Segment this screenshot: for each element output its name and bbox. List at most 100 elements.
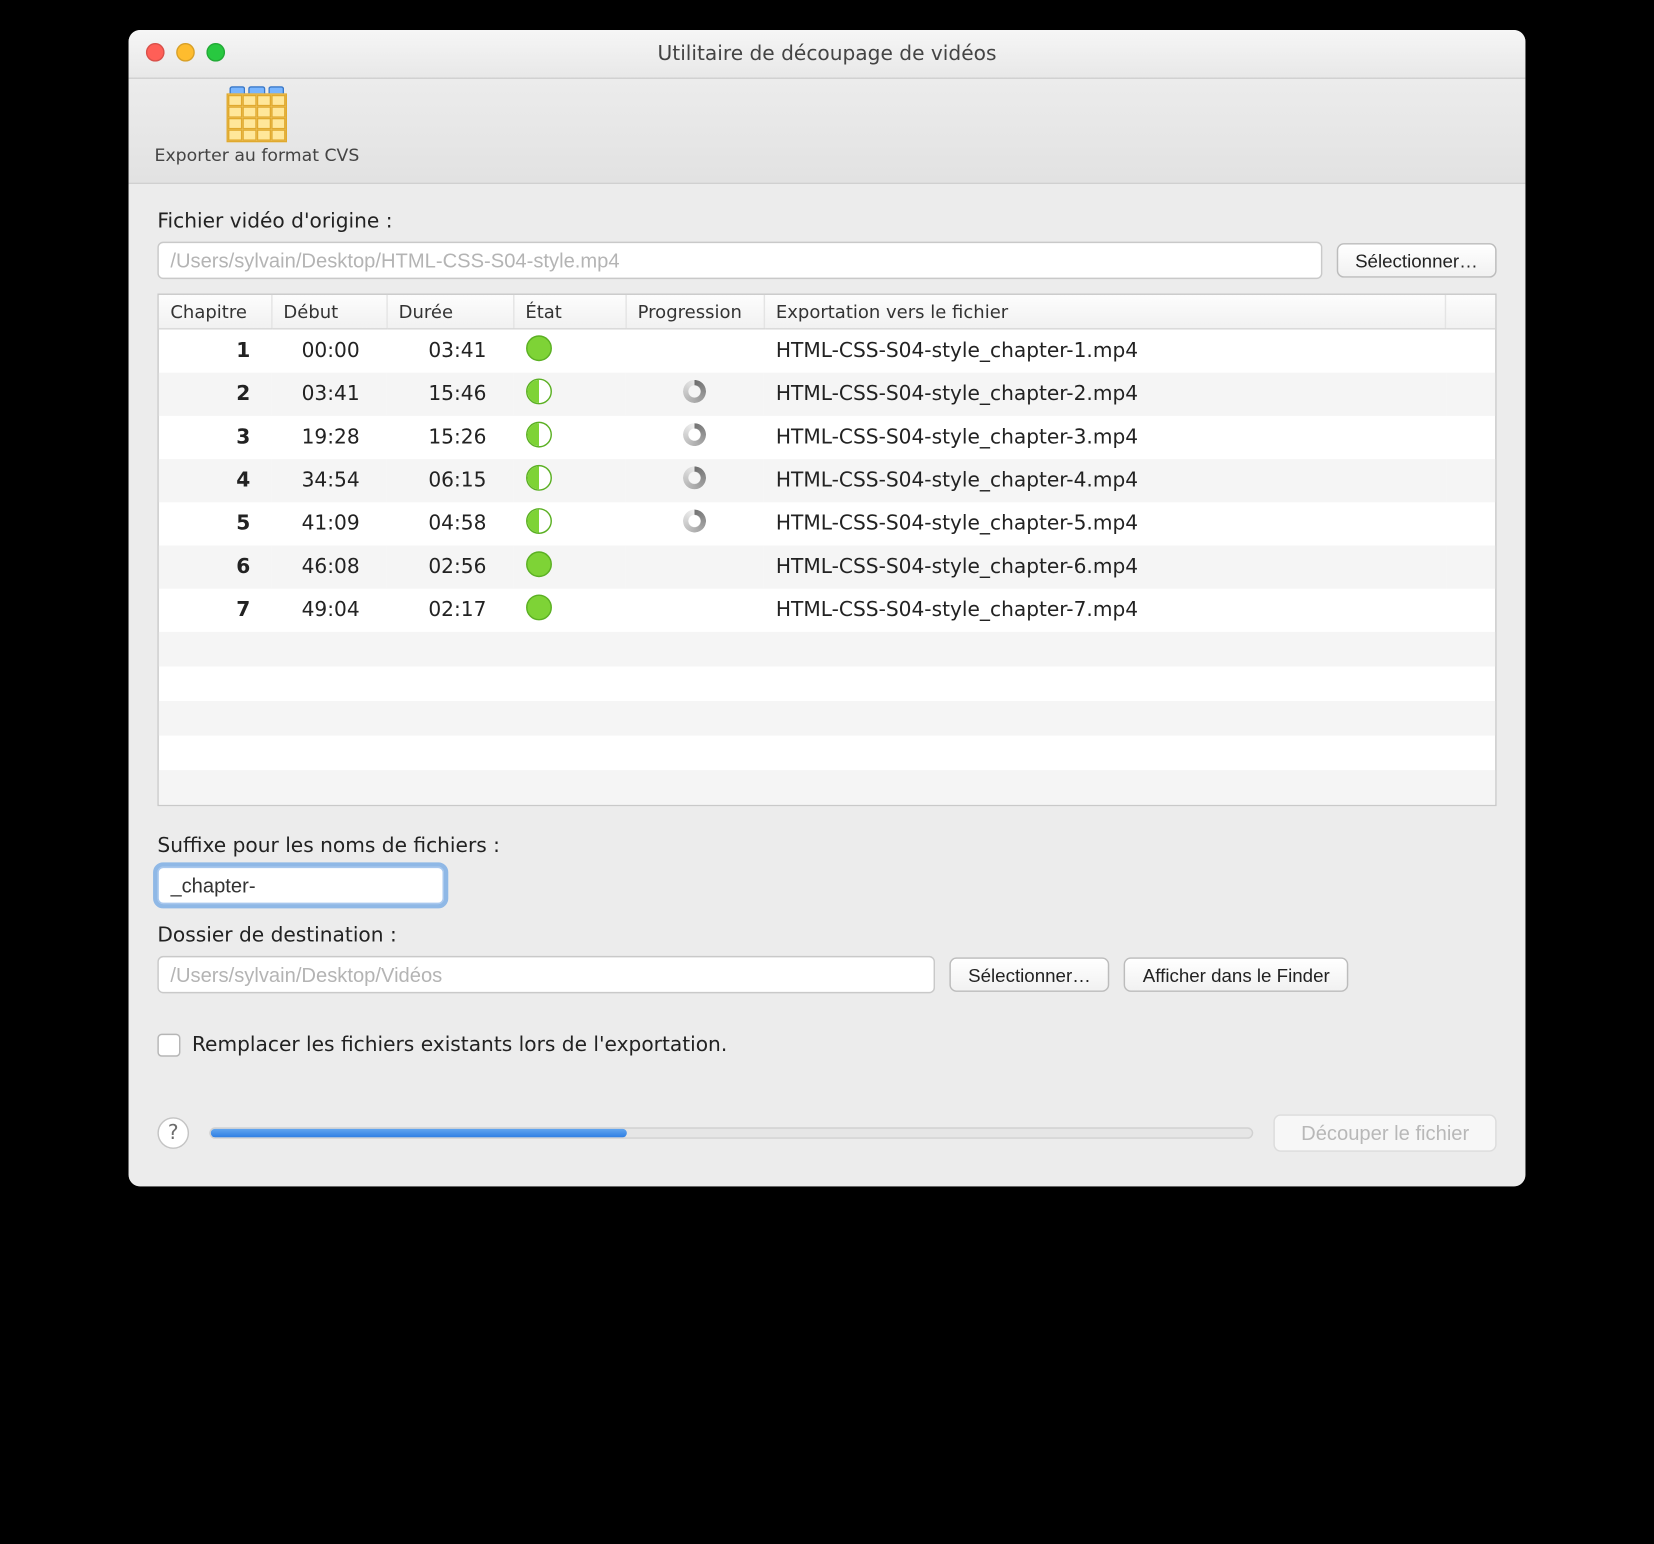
cell-start: 46:08 [271,546,386,589]
window-title: Utilitaire de découpage de vidéos [658,42,997,65]
table-row[interactable]: 203:4115:46 HTML-CSS-S04-style_chapter-2.… [159,373,1495,416]
cell-start: 03:41 [271,373,386,416]
cell-blank [1445,416,1494,459]
close-icon[interactable] [146,43,165,62]
zoom-icon[interactable] [206,43,225,62]
cell-export-file: HTML-CSS-S04-style_chapter-4.mp4 [764,459,1446,502]
cell-blank [1445,502,1494,545]
cell-state [513,329,625,373]
cell-blank [1445,459,1494,502]
table-row-empty [159,666,1495,701]
status-dot-icon [525,594,551,620]
cell-chapter: 3 [159,416,271,459]
cell-export-file: HTML-CSS-S04-style_chapter-6.mp4 [764,546,1446,589]
cell-duration: 15:26 [386,416,513,459]
cell-chapter: 1 [159,329,271,373]
col-chapter[interactable]: Chapitre [159,295,271,329]
dest-path-input [157,956,935,993]
cell-state [513,373,625,416]
toolbar: Exporter au format CVS [129,79,1526,184]
cell-state [513,459,625,502]
cell-progress [625,329,763,373]
spinner-icon [683,466,706,489]
cell-export-file: HTML-CSS-S04-style_chapter-3.mp4 [764,416,1446,459]
cell-chapter: 4 [159,459,271,502]
cell-export-file: HTML-CSS-S04-style_chapter-1.mp4 [764,329,1446,373]
global-progress [209,1127,1253,1139]
table-row[interactable]: 646:0802:56 HTML-CSS-S04-style_chapter-6.… [159,546,1495,589]
cell-duration: 15:46 [386,373,513,416]
status-dot-icon [525,465,551,491]
content: Fichier vidéo d'origine : Sélectionner… … [129,184,1526,1186]
reveal-finder-button[interactable]: Afficher dans le Finder [1124,957,1348,992]
export-cvs-label: Exporter au format CVS [155,145,360,165]
col-start[interactable]: Début [271,295,386,329]
col-state[interactable]: État [513,295,625,329]
dest-label: Dossier de destination : [157,924,1496,947]
source-label: Fichier vidéo d'origine : [157,210,1496,233]
cell-chapter: 7 [159,589,271,632]
cell-chapter: 6 [159,546,271,589]
suffix-input[interactable] [157,867,444,904]
spinner-icon [683,510,706,533]
cell-state [513,502,625,545]
cell-export-file: HTML-CSS-S04-style_chapter-2.mp4 [764,373,1446,416]
traffic-lights [146,43,225,62]
cell-progress [625,373,763,416]
cell-progress [625,546,763,589]
cell-start: 00:00 [271,329,386,373]
cell-chapter: 2 [159,373,271,416]
table-row[interactable]: 434:5406:15 HTML-CSS-S04-style_chapter-4.… [159,459,1495,502]
overwrite-checkbox[interactable] [157,1034,180,1057]
suffix-label: Suffixe pour les noms de fichiers : [157,835,1496,858]
table-row[interactable]: 541:0904:58 HTML-CSS-S04-style_chapter-5.… [159,502,1495,545]
cell-progress [625,459,763,502]
chapters-table: Chapitre Début Durée État Progression Ex… [157,294,1496,807]
status-dot-icon [525,508,551,534]
cell-progress [625,589,763,632]
help-button[interactable]: ? [157,1117,189,1149]
cell-chapter: 5 [159,502,271,545]
table-row[interactable]: 749:0402:17HTML-CSS-S04-style_chapter-7.… [159,589,1495,632]
status-dot-icon [525,422,551,448]
cell-progress [625,416,763,459]
cell-export-file: HTML-CSS-S04-style_chapter-5.mp4 [764,502,1446,545]
status-dot-icon [525,551,551,577]
cell-start: 34:54 [271,459,386,502]
col-export[interactable]: Exportation vers le fichier [764,295,1446,329]
overwrite-label: Remplacer les fichiers existants lors de… [192,1034,727,1057]
cell-blank [1445,589,1494,632]
cell-state [513,416,625,459]
cell-duration: 04:58 [386,502,513,545]
cell-start: 19:28 [271,416,386,459]
col-progress[interactable]: Progression [625,295,763,329]
app-window: Utilitaire de découpage de vidéos Export… [129,30,1526,1186]
source-path-input [157,242,1322,279]
col-duration[interactable]: Durée [386,295,513,329]
cell-blank [1445,329,1494,373]
export-cvs-button[interactable]: Exporter au format CVS [149,85,365,169]
cell-state [513,546,625,589]
table-row-empty [159,701,1495,736]
cut-file-button[interactable]: Découper le fichier [1274,1114,1497,1151]
cell-state [513,589,625,632]
spinner-icon [683,423,706,446]
table-row[interactable]: 100:0003:41 HTML-CSS-S04-style_chapter-1.… [159,329,1495,373]
table-row[interactable]: 319:2815:26 HTML-CSS-S04-style_chapter-3.… [159,416,1495,459]
table-row-empty [159,632,1495,667]
cell-duration: 06:15 [386,459,513,502]
spinner-icon [683,380,706,403]
cell-duration: 02:56 [386,546,513,589]
minimize-icon[interactable] [176,43,195,62]
col-blank [1445,295,1494,329]
cell-blank [1445,546,1494,589]
dest-select-button[interactable]: Sélectionner… [949,957,1109,992]
source-select-button[interactable]: Sélectionner… [1336,243,1496,278]
table-row-empty [159,770,1495,805]
spreadsheet-icon [227,88,287,143]
cell-start: 49:04 [271,589,386,632]
titlebar[interactable]: Utilitaire de découpage de vidéos [129,30,1526,79]
table-row-empty [159,736,1495,771]
cell-start: 41:09 [271,502,386,545]
cell-duration: 03:41 [386,329,513,373]
